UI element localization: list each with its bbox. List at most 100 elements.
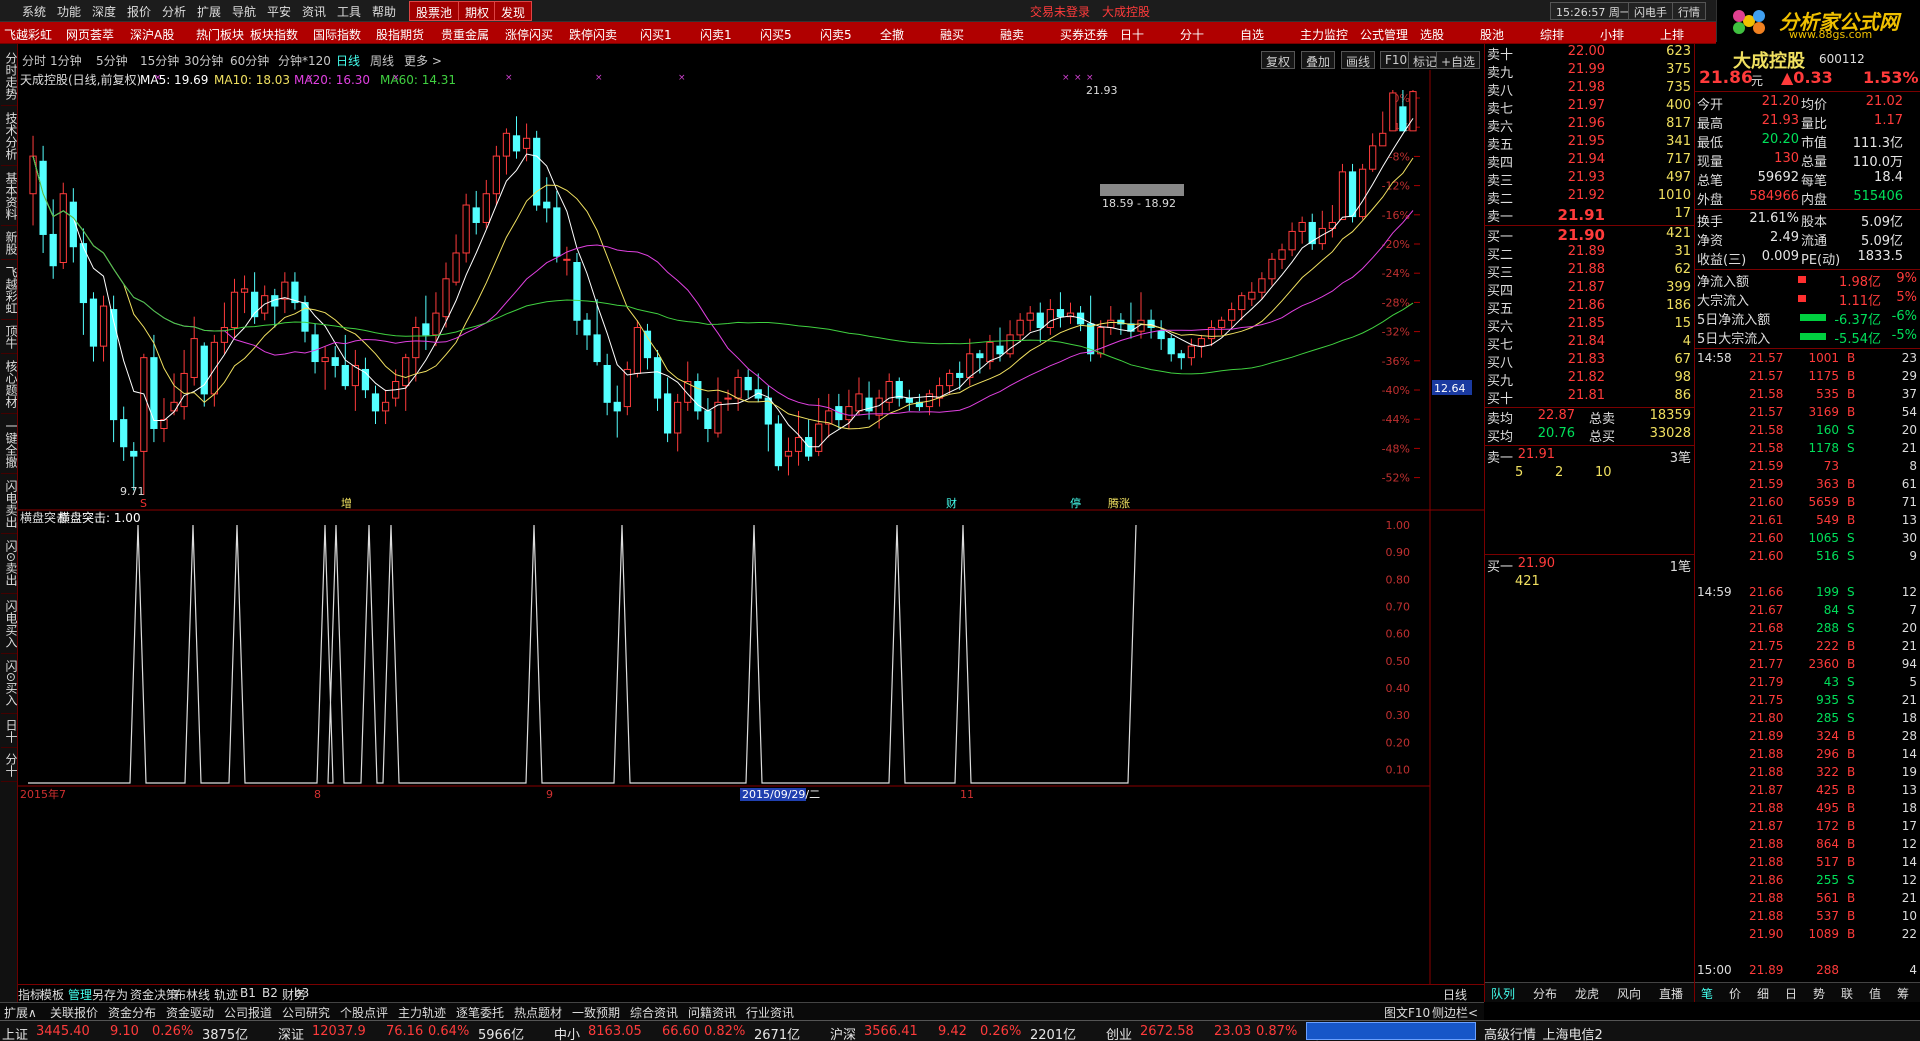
candle-body[interactable] — [573, 262, 581, 321]
candle-body[interactable] — [845, 406, 853, 421]
candle-body[interactable] — [1409, 91, 1417, 132]
candle-body[interactable] — [502, 132, 511, 157]
book-tab[interactable]: 龙虎 — [1575, 985, 1599, 1002]
event-marker[interactable]: 腾涨 — [1108, 496, 1130, 510]
detail-tab[interactable]: 细 — [1757, 985, 1769, 1002]
left-tab[interactable]: 闪电卖出 — [1, 474, 18, 534]
menu-tools[interactable]: 工具 — [337, 3, 361, 20]
market-button[interactable]: 行情 — [1672, 2, 1706, 20]
bid-row[interactable]: 买八 21.83 67 — [1485, 352, 1695, 371]
toolbar-item[interactable]: 股池 — [1480, 26, 1504, 43]
left-tab[interactable]: 新股 — [1, 226, 18, 260]
candle-body[interactable] — [966, 353, 974, 378]
candle-body[interactable] — [1278, 249, 1286, 260]
index-label[interactable]: 中小 — [554, 1024, 580, 1041]
bid-row[interactable]: 买二 21.89 31 — [1485, 244, 1695, 263]
toolbar-item[interactable]: 选股 — [1420, 26, 1444, 43]
candle-body[interactable] — [120, 419, 128, 448]
left-tab[interactable]: 闪电买入 — [1, 594, 18, 654]
indicator-tab[interactable]: B2 — [262, 986, 278, 1000]
detail-tab[interactable]: 日 — [1785, 985, 1797, 1002]
candle-body[interactable] — [432, 312, 440, 336]
toolbar-item[interactable]: 股指期货 — [376, 26, 424, 43]
event-marker[interactable]: 财 — [946, 496, 957, 510]
candle-body[interactable] — [442, 278, 450, 318]
event-marker[interactable]: S — [140, 497, 147, 510]
candle-body[interactable] — [452, 252, 460, 283]
book-tab[interactable]: 队列 — [1491, 985, 1515, 1002]
indicator-tab[interactable]: 轨迹 — [214, 986, 238, 1003]
ask-row[interactable]: 卖七 21.97 400 — [1485, 98, 1695, 117]
bid-row[interactable]: 买十 21.81 86 — [1485, 388, 1695, 407]
f10-button[interactable]: 图文F10 — [1384, 1004, 1430, 1021]
candle-body[interactable] — [1338, 171, 1347, 221]
candle-body[interactable] — [311, 334, 319, 363]
toolbar-item[interactable]: 网页荟萃 — [66, 26, 114, 43]
candle-body[interactable] — [633, 327, 642, 374]
candle-body[interactable] — [1308, 221, 1316, 245]
candle-body[interactable] — [1036, 312, 1044, 329]
candle-body[interactable] — [1006, 334, 1014, 355]
candle-body[interactable] — [140, 357, 148, 452]
candle-body[interactable] — [543, 201, 551, 209]
bid-row[interactable]: 买四 21.87 399 — [1485, 280, 1695, 299]
candle-body[interactable] — [180, 372, 188, 408]
candle-body[interactable] — [1016, 319, 1024, 336]
candle-body[interactable] — [301, 302, 309, 332]
toolbar-item[interactable]: 闪买5 — [760, 26, 792, 43]
detail-tab[interactable]: 联 — [1841, 985, 1853, 1002]
sidebar-toggle[interactable]: 侧边栏< — [1432, 1004, 1478, 1021]
candle-body[interactable] — [996, 345, 1004, 355]
toolbar-item[interactable]: 小排 — [1600, 26, 1624, 43]
toolbar-item[interactable]: 闪卖1 — [700, 26, 732, 43]
period-item[interactable]: 60分钟 — [230, 52, 269, 69]
info-tab[interactable]: 公司研究 — [282, 1004, 330, 1021]
ask-row[interactable]: 卖四 21.94 717 — [1485, 152, 1695, 171]
bid-row[interactable]: 买九 21.82 98 — [1485, 370, 1695, 389]
info-tab[interactable]: 资金分布 — [108, 1004, 156, 1021]
toolbar-item[interactable]: 融卖 — [1000, 26, 1024, 43]
ask-row[interactable]: 卖二 21.92 1010 — [1485, 188, 1695, 207]
candle-body[interactable] — [895, 381, 903, 399]
detail-tab[interactable]: 值 — [1869, 985, 1881, 1002]
candle-body[interactable] — [1288, 230, 1296, 251]
detail-tab[interactable]: 筹 — [1897, 985, 1909, 1002]
candle-body[interactable] — [220, 327, 229, 343]
period-item[interactable]: 1分钟 — [50, 52, 82, 69]
candle-body[interactable] — [724, 397, 732, 400]
candle-body[interactable] — [240, 288, 249, 293]
event-marker[interactable]: 增 — [341, 496, 352, 510]
info-tab[interactable]: 综合资讯 — [630, 1004, 678, 1021]
toolbar-item[interactable]: 全撤 — [880, 26, 904, 43]
info-tab[interactable]: 行业资讯 — [746, 1004, 794, 1021]
candle-body[interactable] — [905, 397, 913, 403]
candle-body[interactable] — [1228, 309, 1236, 321]
indicator-tab[interactable]: 另存为 — [92, 986, 128, 1003]
period-item[interactable]: 30分钟 — [184, 52, 223, 69]
info-tab[interactable]: 扩展∧ — [4, 1004, 37, 1021]
info-tab[interactable]: 关联报价 — [50, 1004, 98, 1021]
candle-body[interactable] — [381, 401, 390, 412]
detail-tab[interactable]: 价 — [1729, 985, 1741, 1002]
candle-body[interactable] — [1026, 312, 1034, 321]
toolbar-item[interactable]: 综排 — [1540, 26, 1564, 43]
candle-body[interactable] — [321, 357, 329, 363]
options-button[interactable]: 期权 — [458, 1, 497, 21]
candle-body[interactable] — [1358, 168, 1367, 218]
candle-body[interactable] — [976, 353, 984, 359]
candle-body[interactable] — [49, 233, 57, 267]
kline-chart[interactable]: 天成控股(日线,前复权)MA5: 19.69 MA10: 18.03 MA20: 1… — [18, 70, 1484, 984]
book-tab[interactable]: 分布 — [1533, 985, 1557, 1002]
ask-row[interactable]: 卖三 21.93 497 — [1485, 170, 1695, 189]
candle-body[interactable] — [593, 334, 601, 363]
candle-body[interactable] — [1217, 319, 1226, 329]
candle-body[interactable] — [1197, 338, 1206, 347]
candle-body[interactable] — [815, 423, 823, 452]
candle-body[interactable] — [1258, 278, 1266, 293]
menu-analysis[interactable]: 分析 — [162, 3, 186, 20]
candle-body[interactable] — [210, 341, 218, 395]
candle-body[interactable] — [563, 258, 571, 261]
candle-body[interactable] — [1097, 327, 1105, 355]
toolbar-item[interactable]: 跌停闪卖 — [569, 26, 617, 43]
toolbar-item[interactable]: 贵重金属 — [441, 26, 489, 43]
